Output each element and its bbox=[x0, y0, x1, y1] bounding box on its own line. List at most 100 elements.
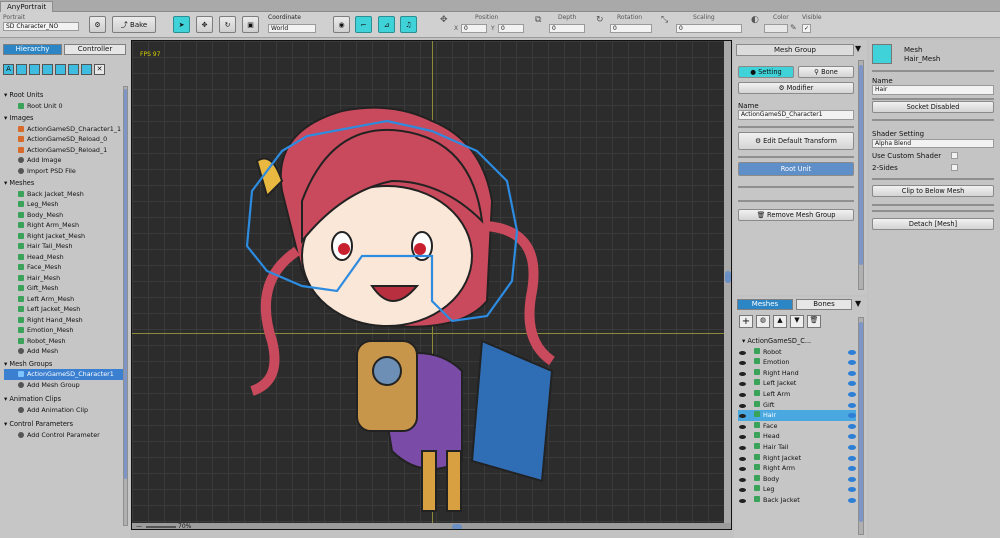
filter-all-icon[interactable]: A bbox=[3, 64, 14, 75]
list-item[interactable]: Right Jacket_Mesh bbox=[4, 231, 124, 242]
canvas-viewport[interactable]: FPS 97 — 70% bbox=[131, 40, 732, 530]
visibility-icon[interactable] bbox=[848, 466, 856, 472]
list-item[interactable]: Emotion bbox=[738, 357, 856, 368]
section-meshes[interactable]: ▾ Meshes bbox=[4, 178, 124, 189]
visibility-icon[interactable] bbox=[848, 391, 856, 397]
list-item[interactable]: Leg_Mesh bbox=[4, 199, 124, 210]
list-item[interactable]: Back Jacket_Mesh bbox=[4, 189, 124, 200]
onion-icon[interactable]: ◉ bbox=[333, 16, 350, 33]
filter-close-icon[interactable]: ✕ bbox=[94, 64, 105, 75]
socket-disabled-button[interactable]: Socket Disabled bbox=[872, 101, 994, 113]
list-item[interactable]: Hair_Mesh bbox=[4, 273, 124, 284]
position-y-input[interactable]: 0 bbox=[498, 24, 524, 33]
eye-icon[interactable] bbox=[739, 467, 746, 472]
filter-animation-icon[interactable] bbox=[68, 64, 79, 75]
eye-icon[interactable] bbox=[739, 403, 746, 408]
list-item[interactable]: Hair Tail_Mesh bbox=[4, 241, 124, 252]
eye-icon[interactable] bbox=[739, 456, 746, 461]
import-psd-item[interactable]: Import PSD File bbox=[4, 166, 124, 177]
eye-icon[interactable] bbox=[739, 488, 746, 493]
chevron-down-icon[interactable]: ▼ bbox=[855, 44, 865, 56]
meshes-scrollbar[interactable] bbox=[858, 317, 864, 535]
list-item[interactable]: Leg bbox=[738, 484, 856, 495]
filter-mesh-icon[interactable] bbox=[42, 64, 53, 75]
bone-tab[interactable]: ⚲ Bone bbox=[798, 66, 854, 78]
eye-icon[interactable] bbox=[739, 498, 746, 503]
list-item[interactable]: Robot bbox=[738, 347, 856, 358]
list-item[interactable]: Right Arm_Mesh bbox=[4, 220, 124, 231]
eye-icon[interactable] bbox=[739, 350, 746, 355]
list-item-selected[interactable]: ActionGameSD_Character1 bbox=[4, 369, 124, 380]
list-item[interactable]: Face bbox=[738, 421, 856, 432]
tab-hierarchy[interactable]: Hierarchy bbox=[3, 44, 62, 55]
add-image-item[interactable]: Add Image bbox=[4, 155, 124, 166]
list-item[interactable]: Body_Mesh bbox=[4, 210, 124, 221]
eye-icon[interactable] bbox=[739, 414, 746, 419]
visibility-icon[interactable] bbox=[848, 455, 856, 461]
list-item[interactable]: Left Jacket_Mesh bbox=[4, 304, 124, 315]
mg-scrollbar[interactable] bbox=[858, 60, 864, 290]
window-title-tab[interactable]: AnyPortrait bbox=[0, 1, 54, 12]
section-control-parameters[interactable]: ▾ Control Parameters bbox=[4, 419, 124, 430]
hierarchy-scroll-thumb[interactable] bbox=[124, 89, 127, 479]
eye-icon[interactable] bbox=[739, 371, 746, 376]
custom-shader-checkbox[interactable] bbox=[951, 152, 958, 159]
modifier-button[interactable]: ⚙ Modifier bbox=[738, 82, 854, 94]
section-mesh-groups[interactable]: ▾ Mesh Groups bbox=[4, 359, 124, 370]
add-control-param-item[interactable]: Add Control Parameter bbox=[4, 430, 124, 441]
list-item[interactable]: Body bbox=[738, 474, 856, 485]
list-item[interactable]: ActionGameSD_Character1_1 bbox=[4, 124, 124, 135]
settings-gear-icon[interactable]: ⚙ bbox=[89, 16, 106, 33]
section-images[interactable]: ▾ Images bbox=[4, 113, 124, 124]
visibility-icon[interactable] bbox=[848, 444, 856, 450]
mg-scroll-thumb[interactable] bbox=[859, 65, 863, 265]
visibility-icon[interactable] bbox=[848, 349, 856, 355]
hierarchy-scrollbar[interactable] bbox=[123, 86, 128, 526]
list-item[interactable]: ActionGameSD_Reload_0 bbox=[4, 134, 124, 145]
visibility-icon[interactable] bbox=[848, 487, 856, 493]
visibility-icon[interactable] bbox=[848, 423, 856, 429]
eye-icon[interactable] bbox=[739, 435, 746, 440]
list-item[interactable]: Emotion_Mesh bbox=[4, 325, 124, 336]
visibility-icon[interactable] bbox=[848, 370, 856, 376]
visibility-icon[interactable] bbox=[848, 413, 856, 419]
list-item[interactable]: Head_Mesh bbox=[4, 252, 124, 263]
meshes-scroll-thumb[interactable] bbox=[859, 322, 863, 522]
visible-checkbox[interactable]: ✓ bbox=[802, 24, 811, 33]
two-sides-checkbox[interactable] bbox=[951, 164, 958, 171]
list-item[interactable]: Gift bbox=[738, 400, 856, 411]
zoom-minus-icon[interactable]: — bbox=[136, 523, 142, 529]
shader-select[interactable]: Alpha Blend bbox=[872, 139, 994, 148]
remove-mesh-group-button[interactable]: 🗑 Remove Mesh Group bbox=[738, 209, 854, 221]
trash-icon[interactable]: 🗑 bbox=[807, 315, 821, 328]
filter-root-icon[interactable] bbox=[16, 64, 27, 75]
list-item[interactable]: Robot_Mesh bbox=[4, 336, 124, 347]
list-item[interactable]: Root Unit 0 bbox=[4, 101, 124, 112]
list-item[interactable]: Right Hand bbox=[738, 368, 856, 379]
list-item-selected[interactable]: Hair bbox=[738, 410, 856, 421]
eye-icon[interactable] bbox=[739, 361, 746, 366]
section-animation-clips[interactable]: ▾ Animation Clips bbox=[4, 394, 124, 405]
zoom-slider[interactable] bbox=[146, 526, 176, 528]
physics-view-icon[interactable]: ♫ bbox=[400, 16, 417, 33]
list-item[interactable]: Left Arm bbox=[738, 389, 856, 400]
bone-view-icon[interactable]: ⌐ bbox=[355, 16, 372, 33]
add-mesh-group-item[interactable]: Add Mesh Group bbox=[4, 380, 124, 391]
visibility-icon[interactable] bbox=[848, 360, 856, 366]
depth-input[interactable]: 0 bbox=[549, 24, 585, 33]
layer-icon[interactable]: ◍ bbox=[756, 315, 770, 328]
tab-bones[interactable]: Bones bbox=[796, 299, 852, 310]
filter-param-icon[interactable] bbox=[81, 64, 92, 75]
position-x-input[interactable]: 0 bbox=[461, 24, 487, 33]
list-item[interactable]: Right Hand_Mesh bbox=[4, 315, 124, 326]
eye-icon[interactable] bbox=[739, 445, 746, 450]
list-item[interactable]: Head bbox=[738, 431, 856, 442]
visibility-icon[interactable] bbox=[848, 497, 856, 503]
edit-default-transform-button[interactable]: ⚙ Edit Default Transform bbox=[738, 132, 854, 150]
section-root-units[interactable]: ▾ Root Units bbox=[4, 90, 124, 101]
setting-tab[interactable]: ● Setting bbox=[738, 66, 794, 78]
list-item[interactable]: ActionGameSD_Reload_1 bbox=[4, 145, 124, 156]
select-tool-icon[interactable]: ➤ bbox=[173, 16, 190, 33]
list-item[interactable]: Left Jacket bbox=[738, 378, 856, 389]
eye-icon[interactable] bbox=[739, 382, 746, 387]
